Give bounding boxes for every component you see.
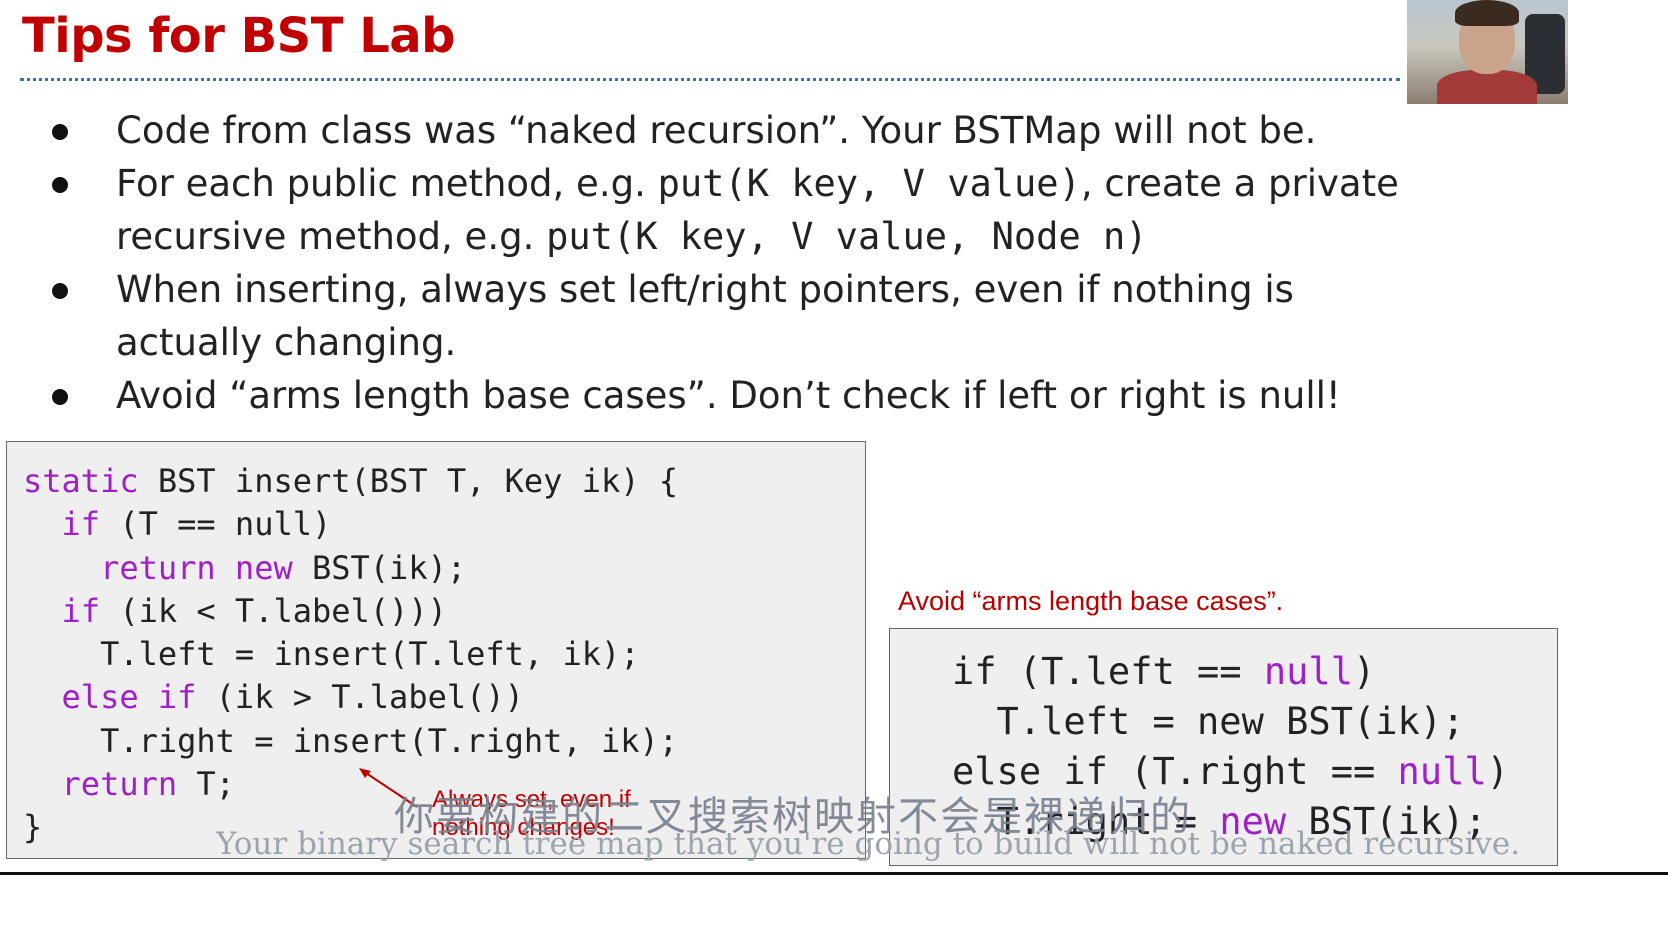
code-rest: ) — [1352, 650, 1376, 693]
code-keyword: else if — [61, 678, 197, 717]
code-keyword: return new — [100, 548, 293, 587]
bullet-text: Avoid “arms length base cases”. Don’t ch… — [116, 374, 1341, 417]
code-inline: put(K key, V value, Node n) — [546, 215, 1148, 258]
presenter-shirt — [1437, 70, 1537, 104]
code-keyword: if — [61, 591, 101, 630]
title-divider — [20, 78, 1400, 81]
bullet-list: Code from class was “naked recursion”. Y… — [50, 104, 1430, 422]
subtitle-english: Your binary search tree map that you're … — [216, 826, 1521, 862]
bottom-border — [0, 872, 1668, 875]
bullet-text: For each public method, e.g. — [116, 162, 658, 205]
code-inline: put(K key, V value) — [657, 162, 1081, 205]
code-rest: T.right = insert(T.right, ik); — [100, 721, 679, 760]
bullet-dot — [52, 389, 68, 405]
code-keyword: null — [1397, 750, 1487, 793]
code-line: T.left = new BST(ik); — [952, 700, 1465, 743]
code-keyword: if — [61, 505, 101, 544]
code-rest: (ik < T.label())) — [100, 591, 447, 630]
code-line: return T; — [23, 765, 235, 803]
code-line: if (ik < T.label())) — [23, 592, 447, 630]
bullet-text: Code from class was “naked recursion”. Y… — [116, 109, 1317, 152]
code-rest: BST insert(BST T, Key ik) { — [138, 462, 679, 500]
bullet-dot — [52, 283, 68, 299]
code-rest: (ik > T.label()) — [196, 678, 524, 717]
code-rest: T; — [177, 765, 235, 804]
code-line: T.right = insert(T.right, ik); — [23, 722, 678, 760]
code-rest: BST(ik); — [292, 548, 467, 587]
presenter-hair — [1455, 0, 1519, 26]
code-line: return new BST(ik); — [23, 549, 466, 587]
code-rest: ) — [1486, 750, 1509, 793]
code-rest: } — [23, 808, 43, 847]
arms-length-note: Avoid “arms length base cases”. — [898, 586, 1284, 616]
code-keyword: return — [61, 765, 178, 804]
bullet-item: When inserting, always set left/right po… — [50, 263, 1430, 369]
bullet-item: Code from class was “naked recursion”. Y… — [50, 104, 1430, 157]
code-rest: T.left = insert(T.left, ik); — [100, 635, 640, 674]
slide-title: Tips for BST Lab — [22, 8, 456, 64]
webcam-feed — [1407, 0, 1568, 104]
bullet-dot — [52, 124, 68, 140]
code-line: if (T == null) — [23, 505, 332, 544]
bullet-dot — [52, 177, 68, 193]
code-rest: if (T.left == — [952, 650, 1264, 693]
code-line: static BST insert(BST T, Key ik) { — [23, 462, 678, 500]
bullet-text: When inserting, always set left/right po… — [116, 268, 1294, 364]
bullet-item: Avoid “arms length base cases”. Don’t ch… — [50, 369, 1430, 422]
code-line: else if (ik > T.label()) — [23, 678, 524, 716]
code-keyword: null — [1263, 650, 1353, 693]
code-line: T.left = insert(T.left, ik); — [23, 635, 640, 674]
code-keyword: static — [23, 462, 139, 500]
bullet-item: For each public method, e.g. put(K key, … — [50, 157, 1430, 263]
code-rest: (T == null) — [100, 505, 332, 544]
code-line: } — [23, 808, 42, 846]
code-line: if (T.left == null) — [952, 650, 1375, 693]
